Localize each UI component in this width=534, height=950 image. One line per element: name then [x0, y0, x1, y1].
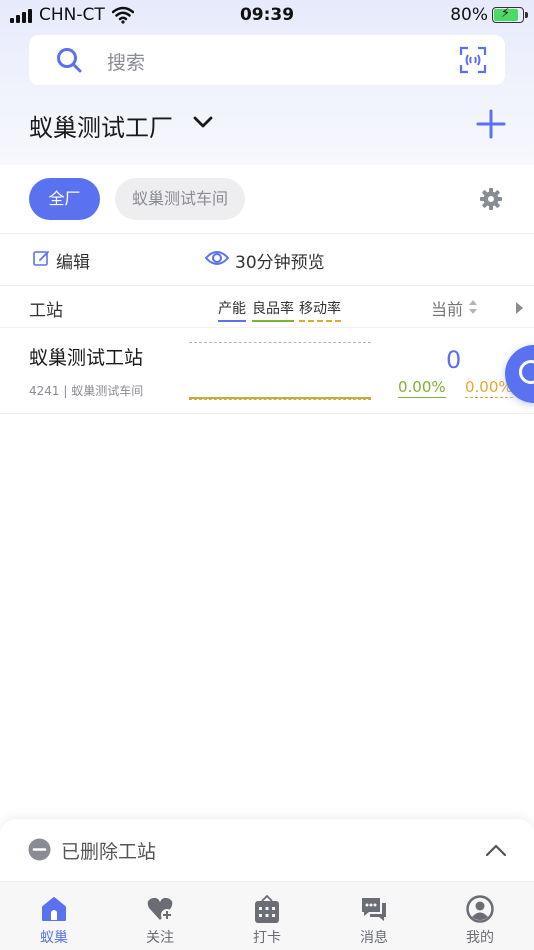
calendar-icon — [253, 894, 281, 929]
gear-icon[interactable] — [479, 187, 503, 215]
tab-home-label: 蚁巢 — [40, 930, 68, 946]
tab-profile[interactable]: 我的 — [435, 882, 525, 950]
tab-follow-label: 关注 — [146, 930, 174, 946]
tab-messages-label: 消息 — [360, 930, 388, 946]
edit-icon — [33, 250, 50, 272]
filter-chip-all[interactable]: 全厂 — [29, 178, 100, 220]
message-icon — [360, 895, 388, 927]
filter-row: 全厂 蚁巢测试车间 — [0, 166, 534, 234]
table-row[interactable]: 蚁巢测试工站 4241 | 蚁巢测试车间 0 0.00% 0.00% — [0, 328, 534, 414]
eye-icon — [204, 249, 230, 272]
status-bar: CHN-CT 09:39 80% ⚡ — [0, 0, 534, 32]
search-bar[interactable]: 搜索 — [29, 35, 505, 85]
scan-icon[interactable] — [459, 46, 487, 78]
chevron-up-icon[interactable] — [485, 842, 507, 861]
more-columns-arrow-icon[interactable] — [516, 302, 523, 314]
profile-icon — [466, 895, 494, 927]
station-name: 蚁巢测试工站 — [29, 347, 144, 369]
tab-follow[interactable]: 关注 — [115, 882, 205, 950]
battery-percent: 80% — [450, 5, 488, 25]
factory-selector[interactable]: 蚁巢测试工厂 — [29, 108, 173, 143]
heart-plus-icon — [146, 895, 174, 927]
preview-label: 30分钟预览 — [235, 253, 325, 273]
station-subtitle: 4241 | 蚁巢测试车间 — [29, 384, 144, 398]
tab-profile-label: 我的 — [466, 930, 494, 946]
column-current[interactable]: 当前 — [431, 296, 463, 320]
tab-checkin[interactable]: 打卡 — [222, 882, 312, 950]
column-station: 工站 — [29, 301, 63, 321]
deleted-stations-label: 已删除工站 — [61, 841, 157, 863]
app-screen: CHN-CT 09:39 80% ⚡ 搜索 蚁巢测试工厂 全厂 蚁巢测试车间 编… — [0, 0, 534, 950]
tab-messages[interactable]: 消息 — [329, 882, 419, 950]
minus-circle-icon — [28, 838, 51, 865]
header-area: CHN-CT 09:39 80% ⚡ 搜索 蚁巢测试工厂 — [0, 0, 534, 165]
trend-line-top — [189, 342, 371, 343]
home-icon — [40, 895, 68, 927]
yield-rate-value: 0.00% — [398, 378, 446, 398]
edit-button[interactable]: 编辑 — [33, 248, 90, 273]
search-input[interactable]: 搜索 — [107, 48, 145, 75]
table-header: 工站 产能 良品率 移动率 当前 — [0, 286, 534, 328]
sort-icon[interactable] — [468, 299, 478, 319]
tab-checkin-label: 打卡 — [253, 930, 281, 946]
add-icon[interactable] — [475, 108, 507, 144]
column-capacity[interactable]: 产能 — [218, 298, 246, 322]
trend-line-bottom — [189, 397, 371, 400]
tab-home[interactable]: 蚁巢 — [9, 882, 99, 950]
ring-icon — [519, 360, 534, 384]
action-row: 编辑 30分钟预览 — [0, 234, 534, 286]
search-icon — [55, 46, 83, 78]
deleted-stations-panel[interactable]: 已删除工站 — [0, 819, 534, 881]
edit-label: 编辑 — [56, 253, 90, 273]
battery-icon: ⚡ — [492, 6, 528, 23]
current-value: 0 — [446, 346, 462, 374]
preview-button[interactable]: 30分钟预览 — [204, 248, 325, 273]
tab-bar: 蚁巢 关注 打卡 消息 我的 — [0, 881, 534, 950]
column-yield[interactable]: 良品率 — [252, 298, 294, 322]
filter-chip-workshop[interactable]: 蚁巢测试车间 — [115, 178, 245, 220]
chevron-down-icon[interactable] — [192, 114, 214, 134]
column-move[interactable]: 移动率 — [299, 298, 341, 322]
